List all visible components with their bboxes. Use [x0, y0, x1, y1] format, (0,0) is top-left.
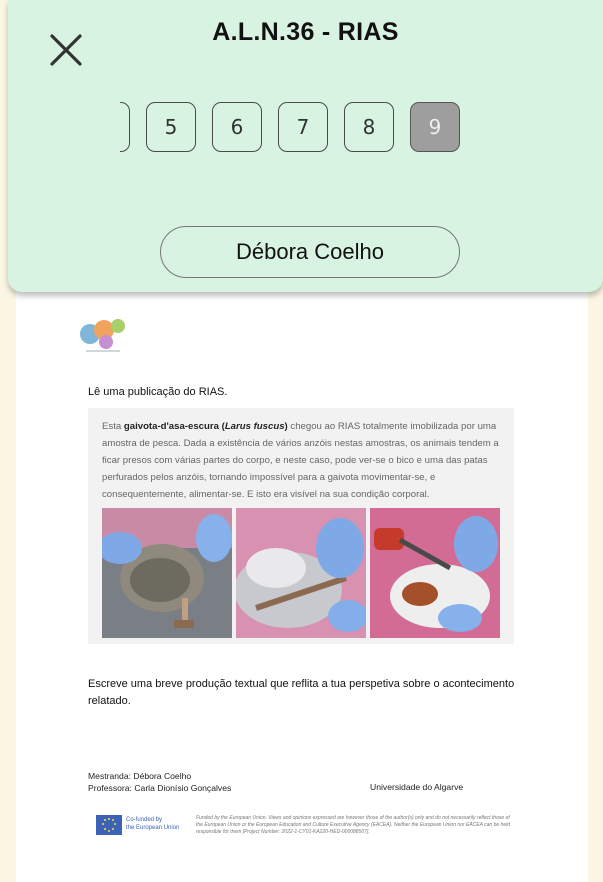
- page-button-8[interactable]: 8: [344, 102, 394, 152]
- gull-photo-3: [370, 508, 500, 638]
- student-credit: Mestranda: Débora Coelho: [88, 771, 192, 781]
- worksheet-document: Lê uma publicação do RIAS. Esta gaivota-…: [16, 290, 588, 882]
- activity-title: A.L.N.36 - RIAS: [212, 18, 399, 46]
- post-text: Esta gaivota-d'asa-escura (Larus fuscus)…: [102, 421, 499, 500]
- page-button-6[interactable]: 6: [212, 102, 262, 152]
- funding-disclaimer: Funded by the European Union. Views and …: [196, 815, 510, 835]
- header-panel: A.L.N.36 - RIAS 4 5 6 7 8 9 Débora Coelh…: [8, 0, 603, 292]
- gull-photo-1: [102, 508, 232, 638]
- eu-flag-icon: [96, 815, 122, 835]
- writing-prompt: Escreve uma breve produção textual que r…: [88, 678, 515, 707]
- student-name-button[interactable]: Débora Coelho: [160, 226, 460, 278]
- rias-post: Esta gaivota-d'asa-escura (Larus fuscus)…: [88, 408, 514, 644]
- gull-photo-2: [236, 508, 366, 638]
- footer-credits: Mestranda: Débora Coelho Professora: Car…: [88, 770, 231, 794]
- page-button-7[interactable]: 7: [278, 102, 328, 152]
- page-selector: 4 5 6 7 8 9: [120, 100, 500, 156]
- university-name: Universidade do Algarve: [370, 782, 464, 792]
- page-button-4[interactable]: 4: [120, 102, 130, 152]
- project-logo-icon: [78, 316, 134, 356]
- teacher-credit: Professora: Carla Dionísio Gonçalves: [88, 783, 232, 793]
- page-button-5[interactable]: 5: [146, 102, 196, 152]
- page-button-9-active[interactable]: 9: [410, 102, 460, 152]
- read-prompt: Lê uma publicação do RIAS.: [88, 386, 228, 398]
- eu-cofunded-label: Co-funded by the European Union: [126, 817, 180, 831]
